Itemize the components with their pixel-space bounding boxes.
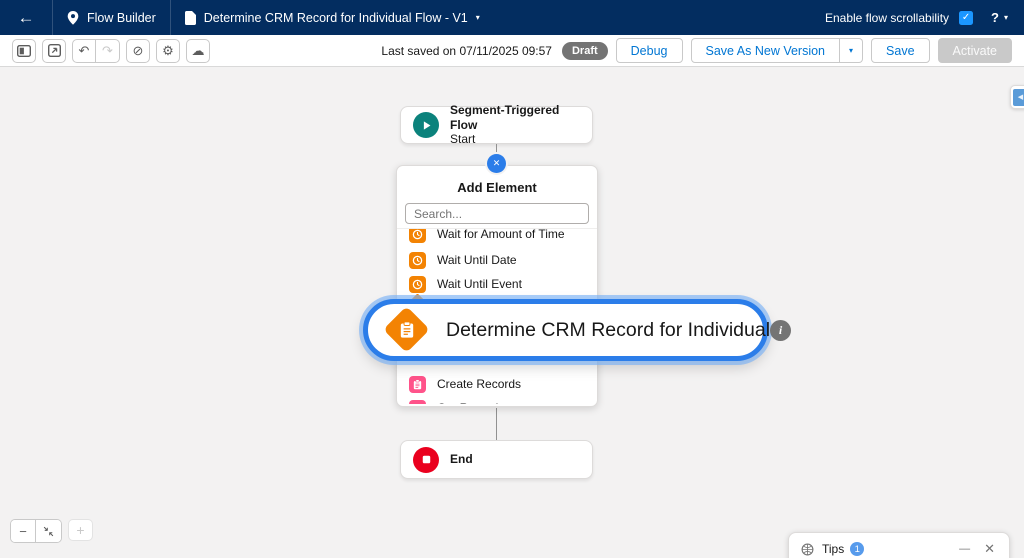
zoom-in-button[interactable]: + (68, 519, 93, 541)
list-item-label: Wait Until Event (437, 277, 522, 291)
close-button[interactable]: ✕ (982, 541, 997, 557)
plus-icon: + (76, 522, 84, 538)
element-hover-tooltip[interactable]: Determine CRM Record for Individual i (363, 299, 768, 361)
end-node[interactable]: End (400, 440, 593, 479)
toolbar-left: ↶ ↷ ⊘ ⚙ ☁ (12, 39, 210, 63)
zoom-out-button[interactable]: − (11, 520, 36, 542)
panel-expand-icon: ◀ (1013, 89, 1024, 106)
save-as-new-version-button[interactable]: Save As New Version (691, 38, 841, 63)
toolbar-right: Last saved on 07/11/2025 09:57 Draft Deb… (381, 38, 1012, 63)
redo-button[interactable]: ↷ (96, 39, 120, 63)
app-header: ← Flow Builder Determine CRM Record for … (0, 0, 1024, 35)
start-node-title: Segment-Triggered Flow (450, 103, 580, 132)
app-name-label: Flow Builder (87, 11, 156, 25)
info-icon[interactable]: i (770, 320, 791, 341)
list-item-wait-until-date[interactable]: Wait Until Date (397, 248, 597, 272)
panel-toggle-icon (17, 45, 31, 57)
save-button[interactable]: Save (871, 38, 930, 63)
close-icon: ✕ (984, 541, 995, 556)
tips-panel: Tips 1 — ✕ (788, 532, 1010, 558)
chevron-down-icon: ▾ (476, 14, 480, 22)
side-panel-toggle[interactable]: ◀ (1010, 85, 1024, 109)
fit-view-icon (43, 526, 54, 537)
header-right: Enable flow scrollability ✓ ? ▾ (825, 10, 1024, 25)
chevron-down-icon: ▾ (849, 47, 853, 55)
zoom-controls: − + (10, 519, 93, 543)
app-name-section: Flow Builder (53, 0, 170, 35)
clock-icon (409, 276, 426, 293)
list-item-label: Wait Until Date (437, 253, 517, 267)
cloud-icon: ☁ (192, 43, 205, 59)
clock-icon (409, 252, 426, 269)
list-item-create-records[interactable]: Create Records (397, 372, 597, 396)
chevron-down-icon: ▾ (1004, 14, 1008, 22)
tips-count-badge: 1 (850, 542, 864, 556)
element-search-input[interactable] (405, 203, 589, 224)
scrollability-label: Enable flow scrollability (825, 11, 949, 25)
end-stop-icon (413, 447, 439, 473)
flow-title-menu[interactable]: Determine CRM Record for Individual Flow… (171, 0, 494, 35)
connector-close-button[interactable]: ✕ (487, 154, 506, 173)
save-options-caret-button[interactable]: ▾ (840, 38, 863, 63)
back-arrow-icon: ← (18, 8, 35, 28)
close-icon: ✕ (493, 158, 501, 169)
tooltip-label: Determine CRM Record for Individual (446, 319, 770, 342)
clock-icon (409, 228, 426, 243)
add-element-popup: Add Element Wait for Amount of Time Wait… (396, 165, 598, 407)
debug-button[interactable]: Debug (616, 38, 683, 63)
check-icon: ✓ (962, 12, 970, 23)
back-button[interactable]: ← (0, 0, 52, 35)
tips-title: Tips (822, 542, 844, 556)
undo-icon: ↶ (79, 43, 90, 59)
no-errors-icon: ⊘ (133, 43, 144, 59)
window-arrow-icon (48, 44, 61, 57)
start-node[interactable]: Segment-Triggered Flow Start (400, 106, 593, 144)
start-node-subtitle: Start (450, 132, 580, 146)
list-item-label: Wait for Amount of Time (437, 228, 565, 241)
list-item-wait-until-event[interactable]: Wait Until Event (397, 272, 597, 296)
undo-button[interactable]: ↶ (72, 39, 96, 63)
records-icon (409, 400, 426, 405)
fit-to-view-button[interactable] (36, 520, 61, 542)
flow-canvas[interactable]: Segment-Triggered Flow Start ✕ Add Eleme… (0, 67, 1024, 558)
flow-title: Determine CRM Record for Individual Flow… (204, 11, 468, 25)
element-manager-button[interactable] (42, 39, 66, 63)
location-pin-icon (67, 11, 79, 25)
minimize-icon: — (959, 543, 970, 555)
document-icon (185, 11, 196, 25)
scrollability-checkbox[interactable]: ✓ (959, 11, 973, 25)
zoom-group: − (10, 519, 62, 543)
undo-redo-group: ↶ ↷ (72, 39, 120, 63)
status-badge: Draft (562, 42, 608, 60)
minimize-button[interactable]: — (953, 543, 976, 555)
connector-line (496, 408, 498, 440)
errors-button[interactable]: ⊘ (126, 39, 150, 63)
redo-icon: ↷ (102, 43, 113, 59)
toolbox-toggle-button[interactable] (12, 39, 36, 63)
start-play-icon (413, 112, 439, 138)
list-item-get-records[interactable]: Get Records (397, 396, 597, 404)
flow-toolbar: ↶ ↷ ⊘ ⚙ ☁ Last saved on 07/11/2025 09:57… (0, 35, 1024, 67)
last-saved-text: Last saved on 07/11/2025 09:57 (381, 44, 552, 58)
list-item-wait-amount-of-time[interactable]: Wait for Amount of Time (397, 228, 597, 246)
records-icon (409, 376, 426, 393)
gear-icon: ⚙ (162, 43, 174, 59)
end-node-label: End (450, 452, 473, 466)
tips-icon (801, 543, 814, 556)
save-as-new-version-split: Save As New Version ▾ (691, 38, 864, 63)
settings-button[interactable]: ⚙ (156, 39, 180, 63)
action-diamond-icon (384, 307, 430, 353)
help-menu[interactable]: ? ▾ (991, 10, 1008, 25)
run-tests-button[interactable]: ☁ (186, 39, 210, 63)
help-icon: ? (991, 10, 999, 25)
list-item-label: Create Records (437, 377, 521, 391)
activate-button[interactable]: Activate (938, 38, 1012, 63)
add-element-title: Add Element (397, 180, 597, 195)
list-item-label: Get Records (437, 401, 504, 404)
flow-builder-window: ← Flow Builder Determine CRM Record for … (0, 0, 1024, 558)
minus-icon: − (19, 524, 27, 539)
